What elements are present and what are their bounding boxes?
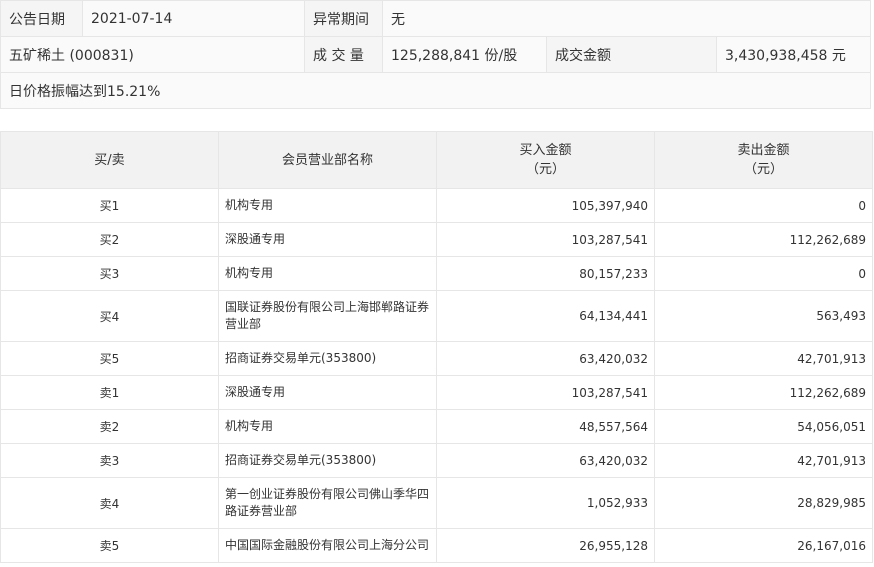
header-buy-label: 买入金额 <box>519 143 572 158</box>
row-direction: 卖5 <box>0 528 219 563</box>
table-row: 买5 招商证券交易单元(353800) 63,420,032 42,701,91… <box>0 341 873 376</box>
header-sell-label: 卖出金额 <box>737 143 790 158</box>
row-sell-amount: 42,701,913 <box>654 341 873 376</box>
row-branch: 第一创业证券股份有限公司佛山季华四路证券营业部 <box>218 477 437 529</box>
row-direction: 买3 <box>0 256 219 291</box>
header-sell-amount: 卖出金额 （元） <box>654 131 873 189</box>
row-branch: 机构专用 <box>218 409 437 444</box>
row-branch: 深股通专用 <box>218 375 437 410</box>
row-buy-amount: 103,287,541 <box>436 375 655 410</box>
table-row: 卖5 中国国际金融股份有限公司上海分公司 26,955,128 26,167,0… <box>0 528 873 563</box>
row-branch: 招商证券交易单元(353800) <box>218 443 437 478</box>
header-branch: 会员营业部名称 <box>218 131 437 189</box>
period-value: 无 <box>381 0 872 37</box>
row-direction: 卖2 <box>0 409 219 444</box>
row-sell-amount: 28,829,985 <box>654 477 873 529</box>
header-sell-unit: （元） <box>743 162 783 177</box>
row-direction: 卖1 <box>0 375 219 410</box>
period-label: 异常期间 <box>304 0 383 37</box>
amount-label: 成交金额 <box>546 36 717 73</box>
row-sell-amount: 0 <box>654 188 873 223</box>
table-row: 卖3 招商证券交易单元(353800) 63,420,032 42,701,91… <box>0 443 873 478</box>
header-buy-unit: （元） <box>525 162 565 177</box>
date-value: 2021-07-14 <box>82 0 305 37</box>
volume-label: 成 交 量 <box>304 36 383 73</box>
row-direction: 买2 <box>0 222 219 257</box>
row-buy-amount: 103,287,541 <box>436 222 655 257</box>
row-direction: 卖3 <box>0 443 219 478</box>
row-buy-amount: 48,557,564 <box>436 409 655 444</box>
row-branch: 机构专用 <box>218 188 437 223</box>
row-buy-amount: 64,134,441 <box>436 290 655 342</box>
info-row-date: 公告日期 2021-07-14 异常期间 无 <box>0 0 872 37</box>
row-branch: 国联证券股份有限公司上海邯郸路证券营业部 <box>218 290 437 342</box>
table-row: 买3 机构专用 80,157,233 0 <box>0 256 873 291</box>
info-row-reason: 日价格振幅达到15.21% <box>0 72 872 109</box>
trading-branches-table: 买/卖 会员营业部名称 买入金额 （元） 卖出金额 （元） 买1 机构专用 10… <box>0 131 873 563</box>
table-row: 买4 国联证券股份有限公司上海邯郸路证券营业部 64,134,441 563,4… <box>0 290 873 342</box>
table-row: 买1 机构专用 105,397,940 0 <box>0 188 873 223</box>
table-row: 卖1 深股通专用 103,287,541 112,262,689 <box>0 375 873 410</box>
row-sell-amount: 112,262,689 <box>654 375 873 410</box>
table-row: 买2 深股通专用 103,287,541 112,262,689 <box>0 222 873 257</box>
row-sell-amount: 54,056,051 <box>654 409 873 444</box>
row-buy-amount: 63,420,032 <box>436 443 655 478</box>
volume-value: 125,288,841 份/股 <box>382 36 547 73</box>
row-direction: 买5 <box>0 341 219 376</box>
table-row: 卖4 第一创业证券股份有限公司佛山季华四路证券营业部 1,052,933 28,… <box>0 477 873 529</box>
row-sell-amount: 0 <box>654 256 873 291</box>
row-buy-amount: 63,420,032 <box>436 341 655 376</box>
amount-value: 3,430,938,458 元 <box>715 36 872 73</box>
row-branch: 机构专用 <box>218 256 437 291</box>
announcement-info-table: 公告日期 2021-07-14 异常期间 无 五矿稀土 (000831) 成 交… <box>0 0 872 109</box>
row-branch: 深股通专用 <box>218 222 437 257</box>
row-direction: 卖4 <box>0 477 219 529</box>
table-row: 卖2 机构专用 48,557,564 54,056,051 <box>0 409 873 444</box>
row-direction: 买1 <box>0 188 219 223</box>
stock-name: 五矿稀土 (000831) <box>0 36 305 73</box>
row-sell-amount: 563,493 <box>654 290 873 342</box>
row-buy-amount: 1,052,933 <box>436 477 655 529</box>
header-buy-amount: 买入金额 （元） <box>436 131 655 189</box>
date-label: 公告日期 <box>0 0 83 37</box>
row-buy-amount: 26,955,128 <box>436 528 655 563</box>
table-header-row: 买/卖 会员营业部名称 买入金额 （元） 卖出金额 （元） <box>0 131 873 189</box>
row-sell-amount: 26,167,016 <box>654 528 873 563</box>
info-row-stock: 五矿稀土 (000831) 成 交 量 125,288,841 份/股 成交金额… <box>0 36 872 73</box>
abnormal-reason: 日价格振幅达到15.21% <box>0 72 872 109</box>
row-sell-amount: 112,262,689 <box>654 222 873 257</box>
row-branch: 招商证券交易单元(353800) <box>218 341 437 376</box>
row-buy-amount: 80,157,233 <box>436 256 655 291</box>
row-sell-amount: 42,701,913 <box>654 443 873 478</box>
row-buy-amount: 105,397,940 <box>436 188 655 223</box>
row-direction: 买4 <box>0 290 219 342</box>
row-branch: 中国国际金融股份有限公司上海分公司 <box>218 528 437 563</box>
header-direction: 买/卖 <box>0 131 219 189</box>
